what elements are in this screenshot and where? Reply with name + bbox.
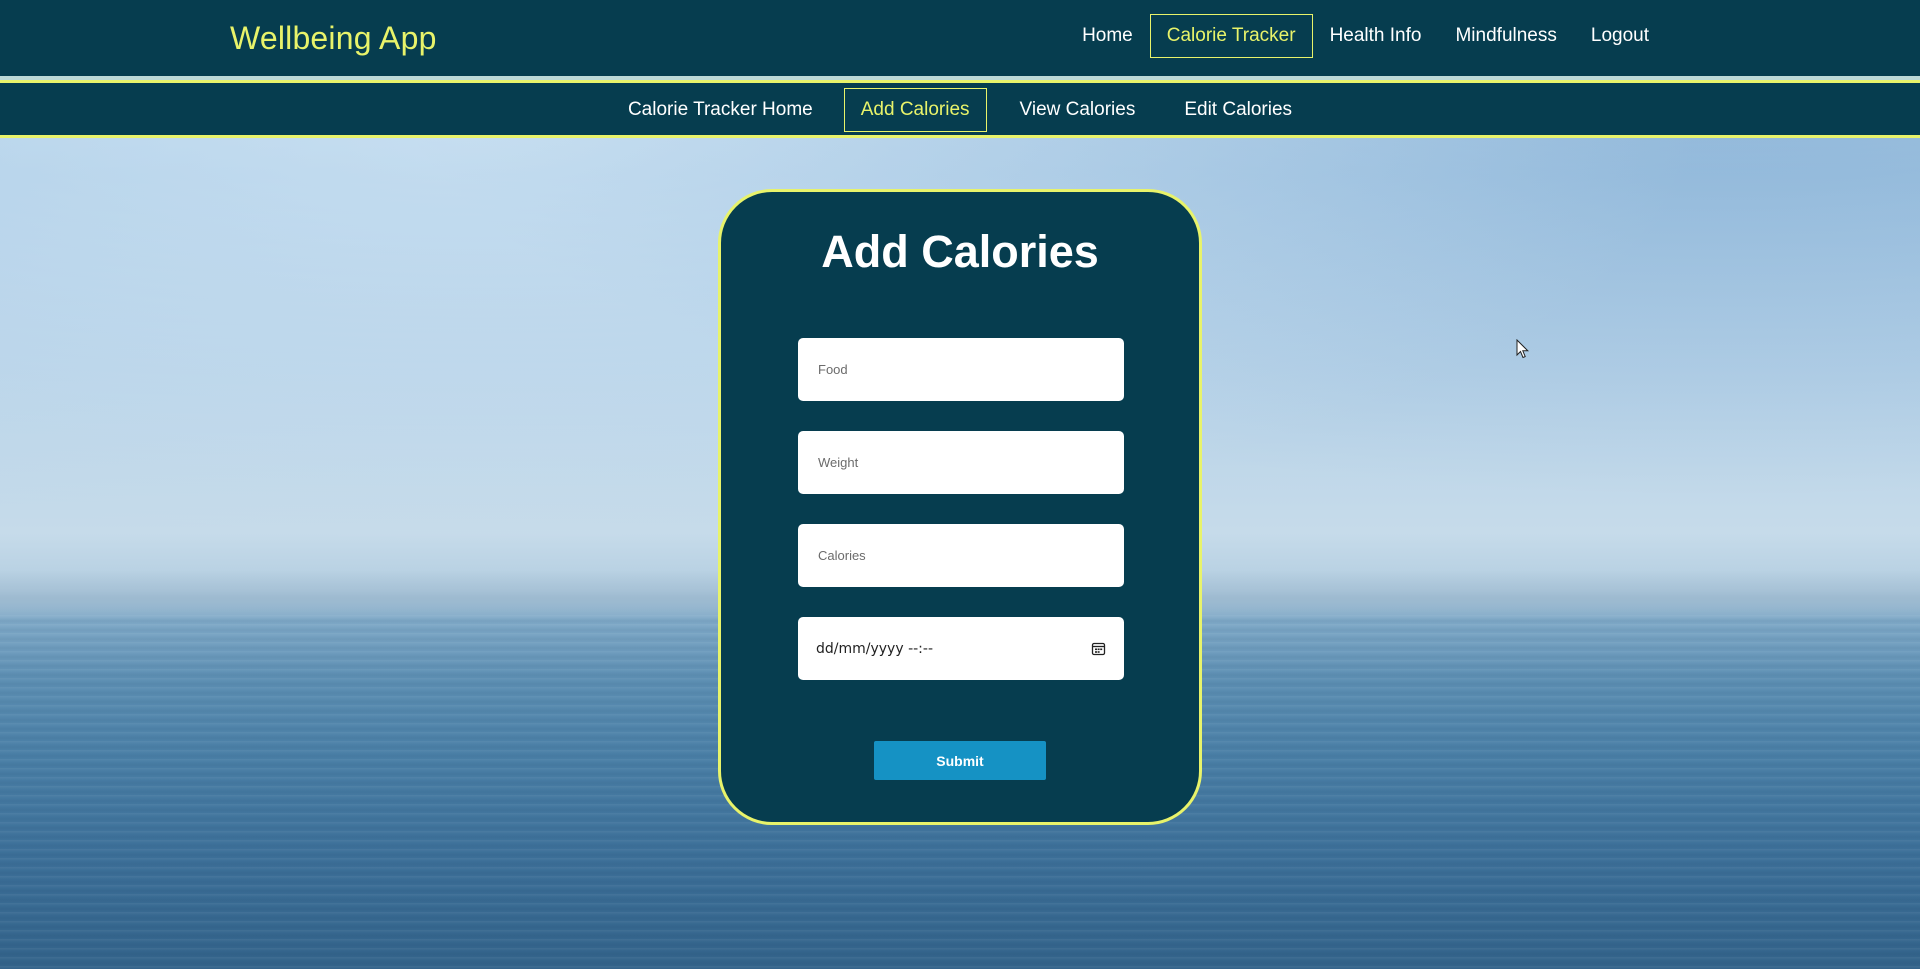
datetime-field[interactable]: dd/mm/yyyy --:-- xyxy=(798,617,1124,680)
add-calories-card: Add Calories dd/mm/yyyy --:-- Submit xyxy=(718,189,1202,825)
datetime-input[interactable]: dd/mm/yyyy --:-- xyxy=(816,641,1091,657)
form-title: Add Calories xyxy=(821,226,1099,277)
nav-item-health-info[interactable]: Health Info xyxy=(1313,14,1439,58)
top-navbar: Wellbeing App Home Calorie Tracker Healt… xyxy=(0,0,1920,76)
food-field[interactable] xyxy=(798,338,1124,401)
brand-logo[interactable]: Wellbeing App xyxy=(230,20,437,57)
weight-field[interactable] xyxy=(798,431,1124,494)
calories-field[interactable] xyxy=(798,524,1124,587)
mouse-cursor-icon xyxy=(1516,338,1530,359)
submit-button[interactable]: Submit xyxy=(874,741,1046,780)
subnav-item-calorie-tracker-home[interactable]: Calorie Tracker Home xyxy=(611,88,830,132)
subnav-item-view-calories[interactable]: View Calories xyxy=(1003,88,1153,132)
subnav-item-add-calories[interactable]: Add Calories xyxy=(843,88,987,132)
subnav-item-edit-calories[interactable]: Edit Calories xyxy=(1167,88,1309,132)
main-nav: Home Calorie Tracker Health Info Mindful… xyxy=(1065,14,1666,58)
nav-item-logout[interactable]: Logout xyxy=(1574,14,1666,58)
sub-navbar: Calorie Tracker Home Add Calories View C… xyxy=(0,80,1920,138)
food-input[interactable] xyxy=(816,361,1106,378)
calories-input[interactable] xyxy=(816,547,1106,564)
nav-item-home[interactable]: Home xyxy=(1065,14,1150,58)
sub-nav: Calorie Tracker Home Add Calories View C… xyxy=(0,88,1920,132)
calendar-icon[interactable] xyxy=(1091,641,1106,656)
nav-item-mindfulness[interactable]: Mindfulness xyxy=(1438,14,1573,58)
weight-input[interactable] xyxy=(816,454,1106,471)
nav-item-calorie-tracker[interactable]: Calorie Tracker xyxy=(1149,14,1313,58)
